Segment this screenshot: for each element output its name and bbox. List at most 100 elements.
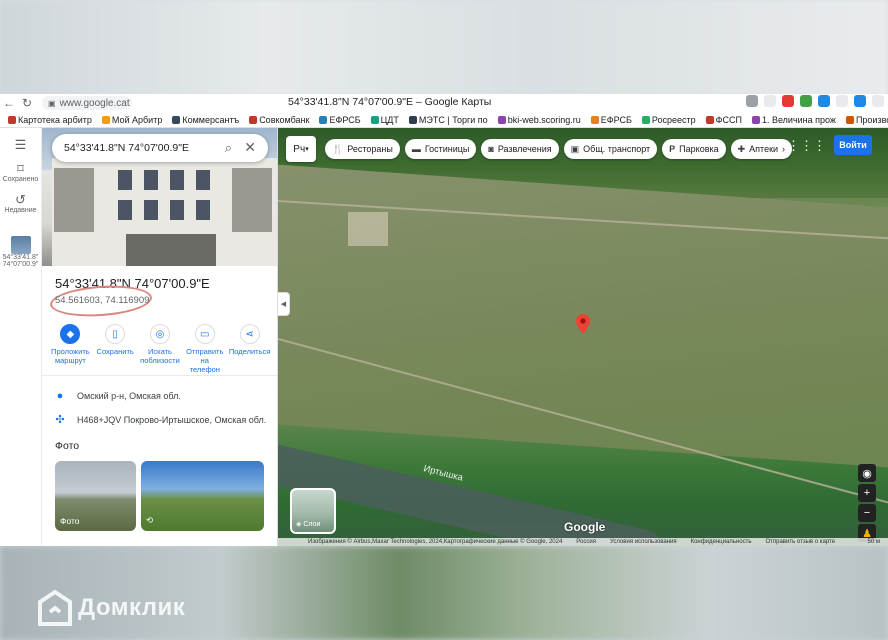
street-view-thumbnail[interactable]: ⟲ bbox=[141, 461, 264, 531]
search-box[interactable]: 54°33'41.8"N 74°07'00.9"E ⌕ ✕ bbox=[52, 134, 268, 162]
search-input[interactable]: 54°33'41.8"N 74°07'00.9"E bbox=[64, 142, 189, 154]
bookmark-item[interactable]: МЭТС | Торги по bbox=[408, 114, 488, 125]
domclick-logo-icon bbox=[38, 590, 72, 626]
place-panel: 54°33'41.8"N 74°07'00.9"E ⌕ ✕ 54°33'41.8… bbox=[42, 128, 278, 546]
my-location-icon[interactable]: ◉ bbox=[858, 464, 876, 482]
bookmark-label: bki-web.scoring.ru bbox=[507, 114, 581, 125]
save-button[interactable]: ▯ Сохранить bbox=[95, 324, 135, 375]
bookmark-label: Коммерсантъ bbox=[182, 114, 240, 125]
google-maps-app: ☰ ⌑ Сохранено ↺ Недавние 54°33'41.8" 74°… bbox=[0, 128, 888, 546]
hamburger-menu-icon[interactable]: ☰ bbox=[15, 138, 27, 152]
share-button[interactable]: ⋖ Поделиться bbox=[228, 324, 271, 375]
extension-icon[interactable] bbox=[818, 95, 830, 107]
url-text: www.google.cat bbox=[59, 97, 130, 109]
photo-thumbnail[interactable]: Фото bbox=[55, 461, 136, 531]
bookmark-item[interactable]: ФССП bbox=[705, 114, 742, 125]
saved-button[interactable]: ⌑ Сохранено bbox=[0, 162, 41, 184]
bookmark-favicon-icon bbox=[751, 115, 760, 124]
bookmark-item[interactable]: Росреестр bbox=[641, 114, 696, 125]
action-label: Проложить маршрут bbox=[51, 347, 90, 365]
apps-grid-icon[interactable]: ⋮⋮⋮ bbox=[787, 138, 826, 154]
address-text: Омский р-н, Омская обл. bbox=[77, 391, 181, 401]
recent-place-item[interactable]: 54°33'41.8" 74°07'00.9" bbox=[0, 236, 41, 268]
history-icon: ↺ bbox=[15, 192, 26, 207]
layer-toggle-button[interactable]: Рч ▾ bbox=[286, 136, 316, 162]
field-clearing bbox=[348, 212, 388, 246]
back-icon[interactable]: ← bbox=[0, 94, 18, 112]
bookmark-label: Производственн bbox=[855, 114, 888, 125]
close-icon[interactable]: ✕ bbox=[244, 139, 256, 156]
bookmark-item[interactable]: Картотека арбитр bbox=[8, 115, 92, 125]
zoom-out-button[interactable]: − bbox=[858, 504, 876, 522]
transit-icon: ▣ bbox=[570, 143, 580, 154]
extension-icon[interactable] bbox=[764, 95, 776, 107]
extension-icon[interactable] bbox=[872, 95, 884, 107]
extension-icon[interactable] bbox=[836, 95, 848, 107]
bookmark-star-icon[interactable] bbox=[746, 95, 758, 107]
window bbox=[118, 170, 132, 190]
plus-code-row[interactable]: ✣ H468+JQV Покрово-Иртышское, Омская обл… bbox=[55, 413, 266, 426]
chip-pharmacies[interactable]: ✚ Аптеки › bbox=[730, 139, 793, 159]
place-actions: ◆ Проложить маршрут ▯ Сохранить ◎ Искать… bbox=[42, 324, 277, 376]
place-decimal-coords[interactable]: 54.561603, 74.116909 bbox=[55, 295, 149, 306]
zoom-in-button[interactable]: + bbox=[858, 484, 876, 502]
chevron-right-icon[interactable]: › bbox=[782, 144, 785, 154]
bookmark-favicon-icon bbox=[705, 115, 714, 124]
privacy-link[interactable]: Конфиденциальность bbox=[691, 539, 752, 545]
extension-icon[interactable] bbox=[800, 95, 812, 107]
extension-icon[interactable] bbox=[782, 95, 794, 107]
bookmark-item[interactable]: Совкомбанк bbox=[249, 115, 309, 125]
bookmark-label: ЦДТ bbox=[380, 114, 399, 125]
bookmark-item[interactable]: ЕФРСБ bbox=[319, 115, 361, 125]
window bbox=[118, 200, 132, 220]
bookmark-item[interactable]: Коммерсантъ bbox=[172, 115, 239, 125]
bookmark-item[interactable]: bki-web.scoring.ru bbox=[497, 114, 581, 125]
bookmark-label: Росреестр bbox=[651, 114, 696, 125]
bookmark-item[interactable]: ЦДТ bbox=[370, 114, 399, 125]
chip-label: Аптеки bbox=[749, 144, 779, 154]
country-link[interactable]: Россия bbox=[576, 539, 596, 545]
scale-bar[interactable]: 50 м bbox=[868, 539, 888, 545]
bookmark-item[interactable]: Мой Арбитр bbox=[101, 115, 162, 125]
bookmarks-bar: Картотека арбитр Мой Арбитр Коммерсантъ Сов… bbox=[0, 112, 888, 128]
site-info-icon[interactable]: ▣ bbox=[48, 99, 56, 108]
chip-attractions[interactable]: ◙ Развлечения bbox=[481, 139, 559, 159]
parking-icon: P bbox=[669, 144, 676, 154]
nearby-button[interactable]: ◎ Искать поблизости bbox=[140, 324, 180, 375]
action-label: Сохранить bbox=[96, 347, 134, 356]
chip-parking[interactable]: P Парковка bbox=[662, 139, 726, 159]
send-to-phone-button[interactable]: ▭ Отправить на телефон bbox=[185, 324, 225, 375]
bookmark-item[interactable]: ЕФРСБ bbox=[590, 115, 632, 125]
reload-icon[interactable]: ↻ bbox=[18, 94, 36, 112]
phone-icon: ▭ bbox=[194, 324, 215, 344]
bookmark-label: ФССП bbox=[715, 114, 742, 125]
bookmark-item[interactable]: Производственн bbox=[845, 114, 888, 125]
share-icon: ⋖ bbox=[239, 324, 260, 344]
photos-heading: Фото bbox=[55, 440, 80, 452]
place-hero-photo[interactable]: 54°33'41.8"N 74°07'00.9"E ⌕ ✕ bbox=[42, 128, 277, 266]
search-icon[interactable]: ⌕ bbox=[225, 140, 232, 156]
menu-button[interactable]: ☰ bbox=[0, 138, 41, 152]
login-button[interactable]: Войти bbox=[834, 135, 872, 155]
address-row[interactable]: ● Омский р-н, Омская обл. bbox=[55, 390, 181, 402]
satellite-map[interactable]: Иртышка Рч ▾ 🍴 Рестораны ▬ Гостиницы ◙ Р… bbox=[278, 128, 888, 546]
action-label: Поделиться bbox=[228, 347, 271, 356]
layer-toggle-label: Рч bbox=[293, 143, 306, 155]
layers-button[interactable]: ◈ Слои bbox=[290, 488, 336, 534]
terms-link[interactable]: Условия использования bbox=[610, 539, 677, 545]
extension-icon[interactable] bbox=[854, 95, 866, 107]
feedback-link[interactable]: Отправить отзыв о карте bbox=[765, 539, 835, 545]
chip-hotels[interactable]: ▬ Гостиницы bbox=[404, 139, 477, 159]
location-pin-marker[interactable] bbox=[576, 314, 590, 334]
bookmark-label: МЭТС | Торги по bbox=[418, 114, 488, 125]
chip-restaurants[interactable]: 🍴 Рестораны bbox=[325, 139, 400, 159]
bookmark-favicon-icon bbox=[845, 115, 854, 124]
bookmark-item[interactable]: 1. Величина прож bbox=[751, 115, 836, 125]
recent-button[interactable]: ↺ Недавние bbox=[0, 192, 41, 215]
directions-button[interactable]: ◆ Проложить маршрут bbox=[50, 324, 90, 375]
url-field[interactable]: ▣ www.google.cat bbox=[42, 96, 132, 110]
collapse-panel-button[interactable]: ◀ bbox=[278, 292, 290, 316]
chip-transit[interactable]: ▣ Общ. транспорт bbox=[563, 139, 658, 159]
chip-label: Гостиницы bbox=[424, 144, 470, 154]
mural-right bbox=[232, 168, 272, 232]
